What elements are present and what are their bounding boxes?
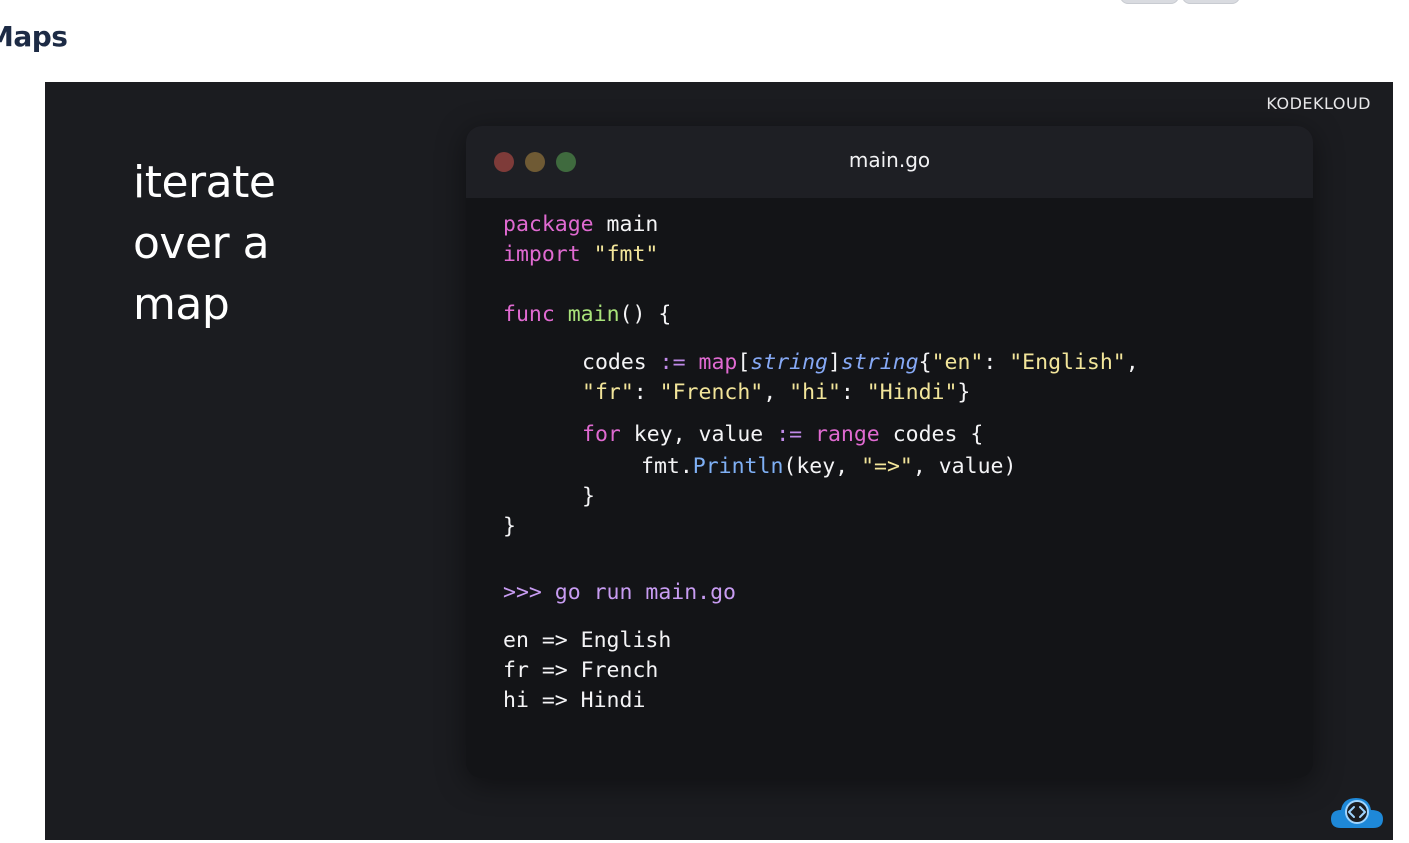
code-block: package main import "fmt" func main() { … — [503, 212, 1293, 713]
code-window: main.go package main import "fmt" func m… — [466, 126, 1313, 778]
slide-heading: iterate over a map — [133, 152, 433, 335]
heading-line: over a — [133, 218, 270, 269]
page-title: Maps — [0, 20, 68, 53]
video-slide[interactable]: KODEKLOUD iterate over a map main.go pac… — [45, 82, 1393, 840]
code-line: for key, value := range codes { — [582, 422, 984, 447]
heading-line: map — [133, 279, 230, 330]
output-line: fr => French — [503, 658, 659, 683]
output-line: hi => Hindi — [503, 688, 646, 713]
code-line: import "fmt" — [503, 242, 659, 267]
code-line: package main — [503, 212, 659, 237]
code-line: func main() { — [503, 302, 672, 327]
window-filename: main.go — [848, 148, 931, 172]
terminal-command: >>> go run main.go — [503, 580, 736, 605]
cloud-code-icon[interactable] — [1329, 792, 1385, 832]
code-line: } — [503, 514, 516, 539]
code-line: fmt.Println(key, "=>", value) — [641, 454, 1017, 479]
heading-line: iterate — [133, 157, 276, 208]
code-line: } — [582, 484, 595, 509]
code-line: "fr": "French", "hi": "Hindi"} — [582, 380, 971, 405]
brand-logo: KODEKLOUD — [1266, 94, 1371, 113]
code-line: codes := map[string]string{"en": "Englis… — [582, 350, 1139, 375]
brand-text: KODEKLOUD — [1266, 94, 1371, 113]
top-toolbar-pill[interactable] — [1120, 0, 1240, 4]
window-titlebar: main.go — [466, 126, 1313, 198]
output-line: en => English — [503, 628, 672, 653]
